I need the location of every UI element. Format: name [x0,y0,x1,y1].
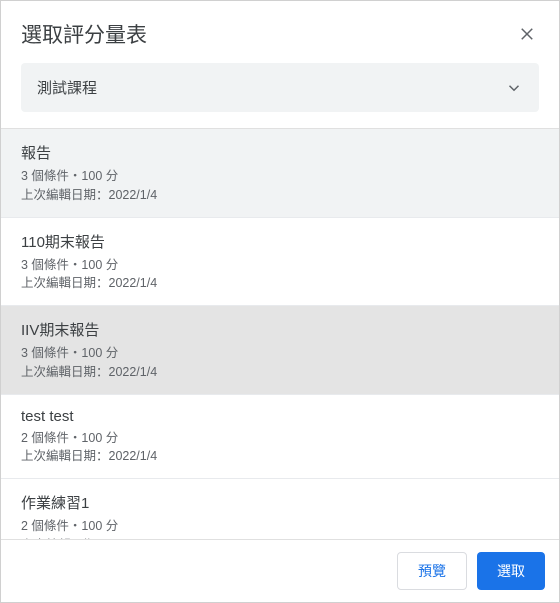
item-criteria: 3 個條件・100 分 [21,256,539,275]
item-last-edited: 上次編輯日期：2022/1/4 [21,186,539,205]
item-last-edited: 上次編輯日期：2022/1/4 [21,447,539,466]
item-title: test test [21,408,539,425]
list-item[interactable]: 110期末報告 3 個條件・100 分上次編輯日期：2022/1/4 [1,218,559,307]
rubric-list: 報告 3 個條件・100 分上次編輯日期：2022/1/4 110期末報告 3 個條件… [1,128,559,539]
item-criteria: 2 個條件・100 分 [21,429,539,448]
item-title: IIV期末報告 [21,319,539,340]
item-criteria: 2 個條件・100 分 [21,517,539,536]
list-item[interactable]: IIV期末報告 3 個條件・100 分上次編輯日期：2022/1/4 [1,306,559,395]
item-last-edited: 上次編輯日期：2022/1/4 [21,363,539,382]
item-criteria: 3 個條件・100 分 [21,344,539,363]
course-dropdown[interactable]: 測試課程 [21,63,539,112]
list-item[interactable]: 報告 3 個條件・100 分上次編輯日期：2022/1/4 [1,129,559,218]
item-title: 作業練習1 [21,492,539,513]
dialog-header: 選取評分量表 [1,1,559,63]
dialog-title: 選取評分量表 [21,19,147,49]
chevron-down-icon [505,79,523,97]
course-dropdown-value: 測試課程 [37,77,97,98]
preview-button[interactable]: 預覽 [397,552,467,590]
close-button[interactable] [515,22,539,46]
item-criteria: 3 個條件・100 分 [21,167,539,186]
close-icon [518,25,536,43]
list-item[interactable]: 作業練習12 個條件・100 分上次編輯日期：2022/1/4 [1,479,559,539]
select-button[interactable]: 選取 [477,552,545,590]
dialog-footer: 預覽 選取 [1,539,559,602]
item-title: 110期末報告 [21,231,539,252]
list-item[interactable]: test test 2 個條件・100 分上次編輯日期：2022/1/4 [1,395,559,480]
item-last-edited: 上次編輯日期：2022/1/4 [21,274,539,293]
course-selector-wrap: 測試課程 [1,63,559,128]
item-title: 報告 [21,142,539,163]
